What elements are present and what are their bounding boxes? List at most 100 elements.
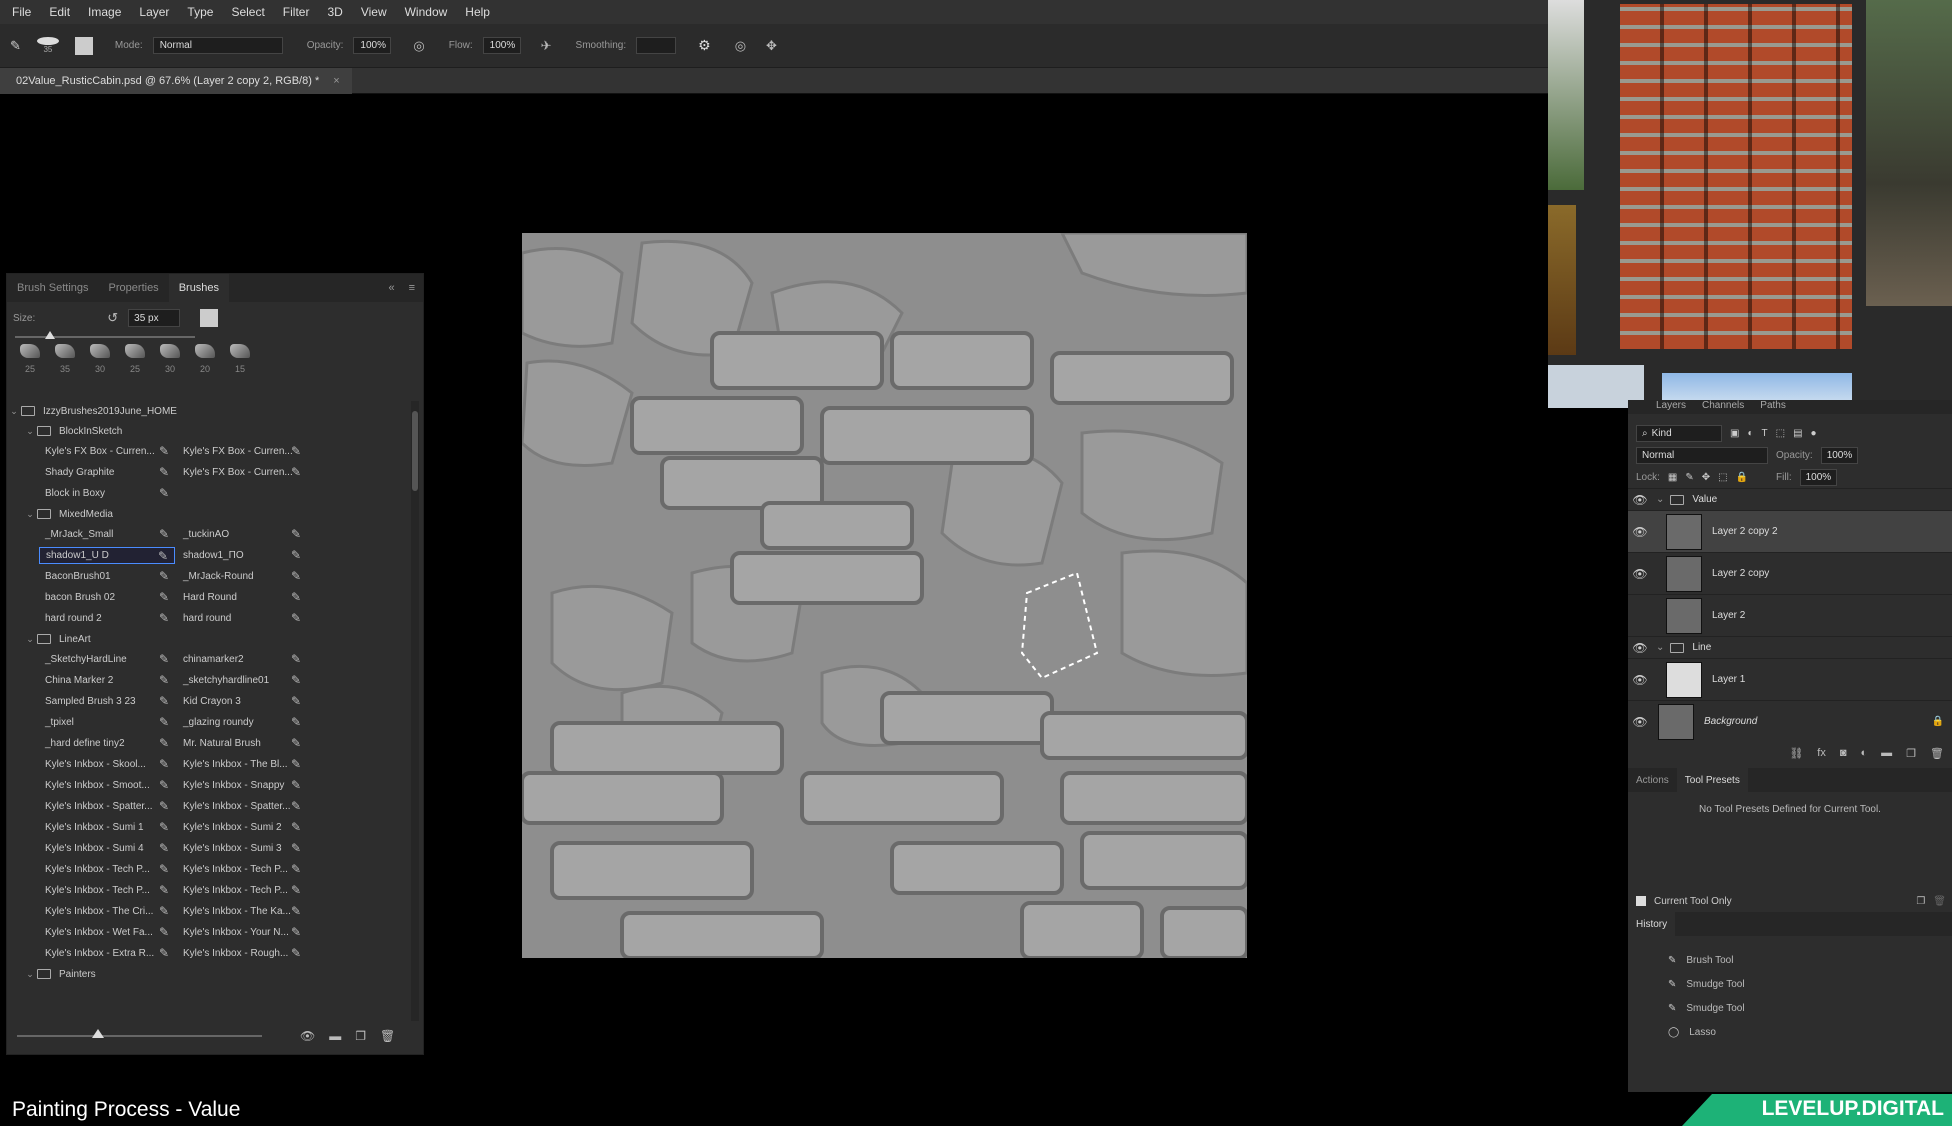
tab-layers[interactable]: Layers bbox=[1656, 400, 1686, 414]
fill-input[interactable]: 100% bbox=[1799, 468, 1838, 486]
adjustment-layer-icon[interactable]: ◐ bbox=[1861, 747, 1868, 759]
menu-3d[interactable]: 3D bbox=[327, 5, 342, 19]
brush-preset[interactable]: Kyle's FX Box - Curren... ✎ bbox=[177, 464, 307, 481]
brush-preset[interactable]: _tpixel ✎ bbox=[39, 714, 175, 731]
pressure-size-icon[interactable]: ◎ bbox=[735, 38, 746, 54]
smoothing-settings-gear-icon[interactable]: ⚙ bbox=[698, 37, 711, 54]
document-tab[interactable]: 02Value_RusticCabin.psd @ 67.6% (Layer 2… bbox=[0, 68, 352, 94]
visibility-eye-icon[interactable]: 👁 bbox=[1628, 525, 1652, 539]
brush-preset[interactable]: Mr. Natural Brush ✎ bbox=[177, 735, 307, 752]
close-tab-icon[interactable]: × bbox=[333, 75, 339, 87]
new-group-icon[interactable]: ▬ bbox=[1881, 747, 1892, 759]
visibility-eye-icon[interactable]: 👁 bbox=[1628, 641, 1652, 655]
menu-select[interactable]: Select bbox=[231, 5, 264, 19]
history-item[interactable]: ◯ Lasso bbox=[1628, 1020, 1952, 1044]
brush-preset[interactable]: _glazing roundy ✎ bbox=[177, 714, 307, 731]
brush-preset[interactable]: Shady Graphite ✎ bbox=[39, 464, 175, 481]
brush-preset[interactable]: Kyle's Inkbox - Extra R... ✎ bbox=[39, 945, 175, 962]
layer-style-fx-icon[interactable]: fx bbox=[1817, 747, 1826, 759]
menu-view[interactable]: View bbox=[361, 5, 387, 19]
layer-row-layer-2-copy[interactable]: 👁 Layer 2 copy bbox=[1628, 552, 1952, 594]
trash-icon[interactable]: 🗑 bbox=[380, 1029, 395, 1043]
collapse-panel-icon[interactable]: « bbox=[388, 282, 394, 294]
stone-wall-canvas[interactable] bbox=[522, 233, 1247, 958]
recent-brush[interactable]: 25 bbox=[17, 344, 43, 374]
brush-preset[interactable]: Kyle's Inkbox - The Cri... ✎ bbox=[39, 903, 175, 920]
brush-settings-toggle-icon[interactable] bbox=[74, 36, 93, 55]
recent-brush[interactable]: 25 bbox=[122, 344, 148, 374]
brush-preset[interactable]: Hard Round ✎ bbox=[177, 589, 307, 606]
tab-brush-settings[interactable]: Brush Settings bbox=[7, 274, 99, 302]
brush-preset[interactable]: hard round 2 ✎ bbox=[39, 610, 175, 627]
visibility-eye-icon[interactable]: 👁 bbox=[1628, 715, 1652, 729]
layer-opacity-input[interactable]: 100% bbox=[1820, 446, 1859, 464]
brush-preset[interactable]: shadow1_ΠO ✎ bbox=[177, 547, 307, 564]
brush-preset[interactable]: _sketchyhardline01 ✎ bbox=[177, 672, 307, 689]
flow-input[interactable]: 100% bbox=[482, 37, 521, 54]
menu-file[interactable]: File bbox=[12, 5, 31, 19]
brush-group[interactable]: ⌄ MixedMedia bbox=[7, 504, 415, 524]
brush-preset[interactable]: Sampled Brush 3 23 ✎ bbox=[39, 693, 175, 710]
menu-window[interactable]: Window bbox=[405, 5, 448, 19]
recent-brush[interactable]: 20 bbox=[192, 344, 218, 374]
delete-layer-icon[interactable]: 🗑 bbox=[1930, 747, 1944, 760]
brush-preset[interactable]: Kyle's Inkbox - Sumi 3 ✎ bbox=[177, 840, 307, 857]
add-mask-icon[interactable]: ◙ bbox=[1840, 747, 1847, 759]
brush-preset[interactable]: _tuckinAO ✎ bbox=[177, 526, 307, 543]
menu-filter[interactable]: Filter bbox=[283, 5, 310, 19]
new-preset-icon[interactable]: ❐ bbox=[1916, 896, 1925, 907]
new-brush-icon[interactable] bbox=[200, 309, 219, 327]
brush-preset[interactable]: Kyle's Inkbox - Smoot... ✎ bbox=[39, 777, 175, 794]
lock-transparent-icon[interactable]: ▦ bbox=[1668, 472, 1677, 483]
menu-type[interactable]: Type bbox=[187, 5, 213, 19]
visibility-eye-icon[interactable]: 👁 bbox=[1628, 493, 1652, 507]
airbrush-icon[interactable]: ✈ bbox=[541, 38, 552, 54]
filter-shape-icon[interactable]: ⬚ bbox=[1776, 428, 1785, 439]
visibility-eye-icon[interactable]: 👁 bbox=[1628, 567, 1652, 581]
brush-preset[interactable]: chinamarker2 ✎ bbox=[177, 651, 307, 668]
history-item[interactable]: ✎ Smudge Tool bbox=[1628, 972, 1952, 996]
brush-preset[interactable]: Kyle's Inkbox - Spatter... ✎ bbox=[177, 798, 307, 815]
recent-brush[interactable]: 30 bbox=[87, 344, 113, 374]
brush-preset[interactable]: Kyle's Inkbox - Tech P... ✎ bbox=[39, 882, 175, 899]
reset-size-icon[interactable]: ↺ bbox=[107, 310, 118, 326]
brush-tool-icon[interactable]: ✎ bbox=[10, 38, 21, 54]
brush-preset[interactable]: Kyle's Inkbox - Sumi 4 ✎ bbox=[39, 840, 175, 857]
brush-preset[interactable]: Kyle's Inkbox - The Bl... ✎ bbox=[177, 756, 307, 773]
opacity-input[interactable]: 100% bbox=[353, 37, 392, 54]
tab-properties[interactable]: Properties bbox=[99, 274, 169, 302]
brush-preset[interactable]: Kyle's Inkbox - Snappy ✎ bbox=[177, 777, 307, 794]
size-input[interactable]: 35 px bbox=[128, 309, 181, 327]
lock-pixels-icon[interactable]: ✎ bbox=[1685, 472, 1693, 483]
layer-row-background[interactable]: 👁 Background 🔒 bbox=[1628, 700, 1952, 742]
lock-position-icon[interactable]: ✥ bbox=[1702, 472, 1710, 483]
current-tool-only-checkbox[interactable] bbox=[1636, 896, 1646, 906]
brush-preset[interactable]: Kyle's Inkbox - Sumi 2 ✎ bbox=[177, 819, 307, 836]
brush-preset[interactable]: _MrJack-Round ✎ bbox=[177, 568, 307, 585]
blend-mode-select[interactable]: Normal bbox=[1636, 446, 1768, 464]
new-brush-footer-icon[interactable]: ❐ bbox=[355, 1029, 366, 1043]
tab-paths[interactable]: Paths bbox=[1760, 400, 1786, 414]
lock-artboard-icon[interactable]: ⬚ bbox=[1718, 472, 1727, 483]
brush-group[interactable]: ⌄ BlockInSketch bbox=[7, 421, 415, 441]
brush-preset[interactable]: Block in Boxy ✎ bbox=[39, 485, 175, 502]
link-layers-icon[interactable]: ⛓ bbox=[1789, 747, 1803, 760]
layer-row-layer-1[interactable]: 👁 Layer 1 bbox=[1628, 658, 1952, 700]
visibility-eye-icon[interactable]: 👁 bbox=[1628, 673, 1652, 687]
preview-size-slider[interactable] bbox=[17, 1029, 262, 1038]
brush-group[interactable]: ⌄ LineArt bbox=[7, 629, 415, 649]
mode-select[interactable]: Normal bbox=[152, 37, 283, 54]
history-item[interactable]: ✎ Smudge Tool bbox=[1628, 996, 1952, 1020]
recent-brush[interactable]: 15 bbox=[227, 344, 253, 374]
tab-channels[interactable]: Channels bbox=[1702, 400, 1744, 414]
brush-preset[interactable]: Kyle's Inkbox - Spatter... ✎ bbox=[39, 798, 175, 815]
filter-adjustment-icon[interactable]: ◐ bbox=[1747, 428, 1753, 439]
tab-tool-presets[interactable]: Tool Presets bbox=[1676, 768, 1748, 792]
brush-preset[interactable]: _MrJack_Small ✎ bbox=[39, 526, 175, 543]
kind-filter-select[interactable]: ⌕ Kind bbox=[1636, 424, 1722, 442]
brush-group[interactable]: ⌄ Painters bbox=[7, 964, 415, 984]
brush-preset[interactable]: Kyle's Inkbox - The Ka... ✎ bbox=[177, 903, 307, 920]
tab-history[interactable]: History bbox=[1628, 912, 1676, 936]
brush-preset[interactable]: Kyle's Inkbox - Your N... ✎ bbox=[177, 924, 307, 941]
menu-edit[interactable]: Edit bbox=[49, 5, 70, 19]
